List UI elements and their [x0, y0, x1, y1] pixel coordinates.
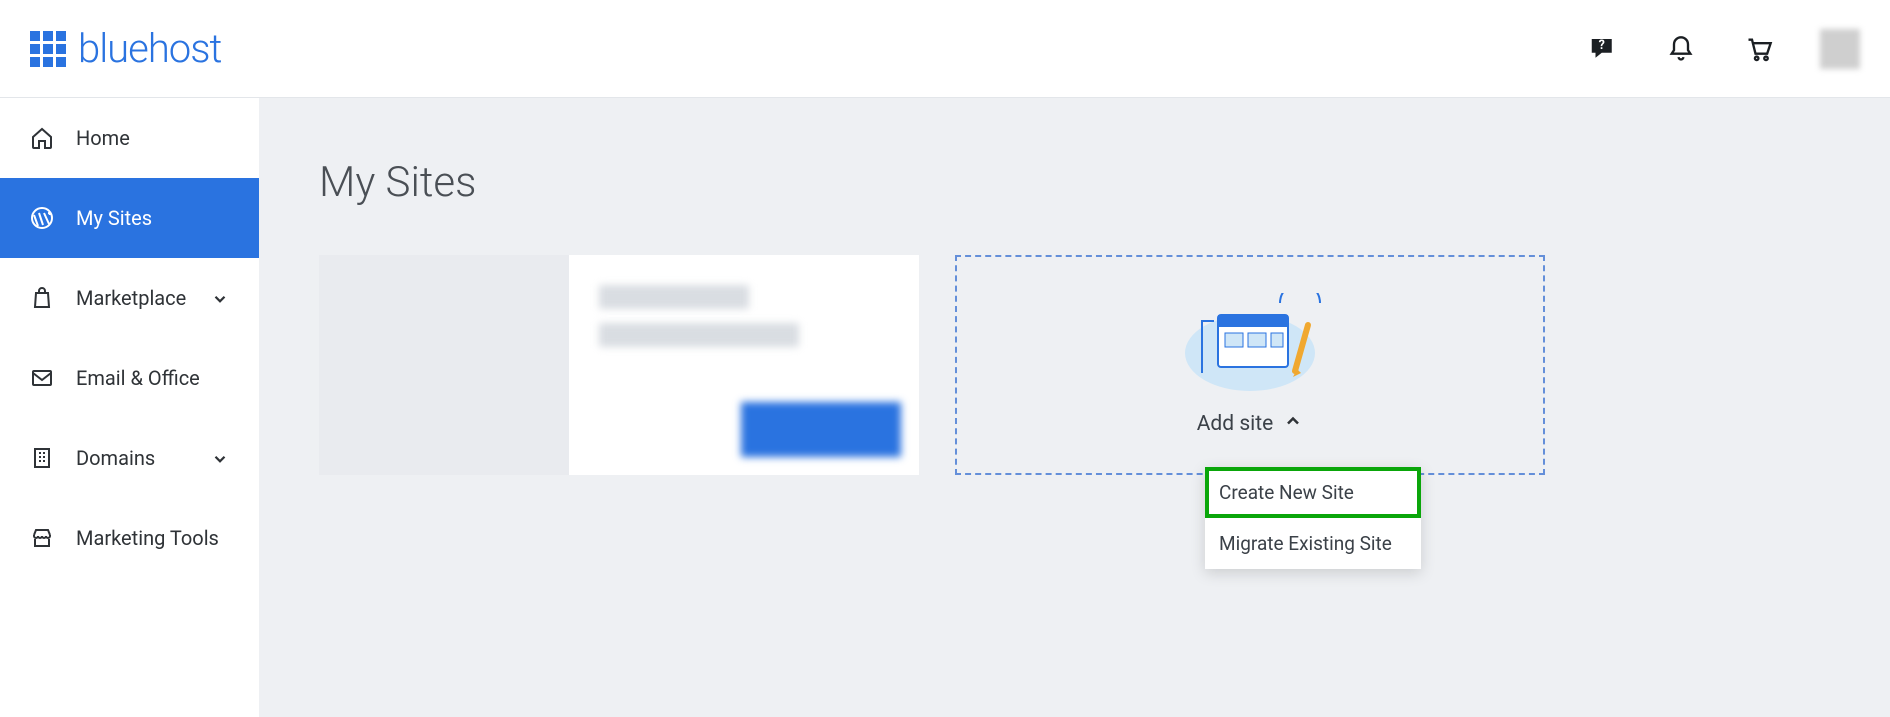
sidebar-item-home[interactable]: Home — [0, 98, 259, 178]
sidebar-item-label: My Sites — [76, 206, 229, 230]
chevron-down-icon — [211, 449, 229, 467]
add-site-card[interactable]: Add site Create New Site Migrate Existin… — [955, 255, 1545, 475]
sidebar-item-marketing-tools[interactable]: Marketing Tools — [0, 498, 259, 578]
store-icon — [30, 526, 54, 550]
add-site-dropdown: Create New Site Migrate Existing Site — [1205, 467, 1421, 569]
sidebar-item-label: Marketing Tools — [76, 526, 229, 550]
site-manage-button[interactable] — [741, 402, 901, 457]
add-site-label: Add site — [1197, 412, 1274, 436]
help-chat-icon[interactable]: ? — [1586, 32, 1620, 66]
logo[interactable]: bluehost — [30, 25, 221, 72]
sidebar-item-marketplace[interactable]: Marketplace — [0, 258, 259, 338]
bag-icon — [30, 286, 54, 310]
brand-text: bluehost — [78, 25, 221, 72]
sidebar-item-label: Marketplace — [76, 286, 189, 310]
building-icon — [30, 446, 54, 470]
add-site-illustration-icon — [1170, 293, 1330, 393]
create-new-site-option[interactable]: Create New Site — [1205, 467, 1421, 518]
sidebar-item-my-sites[interactable]: My Sites — [0, 178, 259, 258]
sidebar-item-label: Home — [76, 126, 229, 150]
notifications-icon[interactable] — [1664, 32, 1698, 66]
avatar[interactable] — [1820, 29, 1860, 69]
site-name-placeholder — [599, 285, 749, 309]
sidebar-item-domains[interactable]: Domains — [0, 418, 259, 498]
wordpress-icon — [30, 206, 54, 230]
sidebar-item-label: Domains — [76, 446, 189, 470]
chevron-down-icon — [211, 289, 229, 307]
sidebar-item-email-office[interactable]: Email & Office — [0, 338, 259, 418]
mail-icon — [30, 366, 54, 390]
sidebar: Home My Sites Marketplace Email & Office — [0, 98, 259, 717]
cart-icon[interactable] — [1742, 32, 1776, 66]
migrate-existing-site-option[interactable]: Migrate Existing Site — [1205, 518, 1421, 569]
main-content: My Sites — [259, 98, 1890, 717]
site-card[interactable] — [319, 255, 919, 475]
add-site-label-row: Add site — [1197, 411, 1304, 437]
header-actions: ? — [1586, 29, 1860, 69]
site-card-body — [569, 255, 919, 475]
header: bluehost ? — [0, 0, 1890, 98]
chevron-up-icon — [1283, 411, 1303, 437]
site-thumbnail — [319, 255, 569, 475]
logo-grid-icon — [30, 31, 66, 67]
home-icon — [30, 126, 54, 150]
cards-row: Add site Create New Site Migrate Existin… — [319, 255, 1830, 475]
site-url-placeholder — [599, 323, 799, 347]
sidebar-item-label: Email & Office — [76, 366, 229, 390]
page-title: My Sites — [319, 158, 1830, 207]
svg-text:?: ? — [1599, 38, 1605, 53]
